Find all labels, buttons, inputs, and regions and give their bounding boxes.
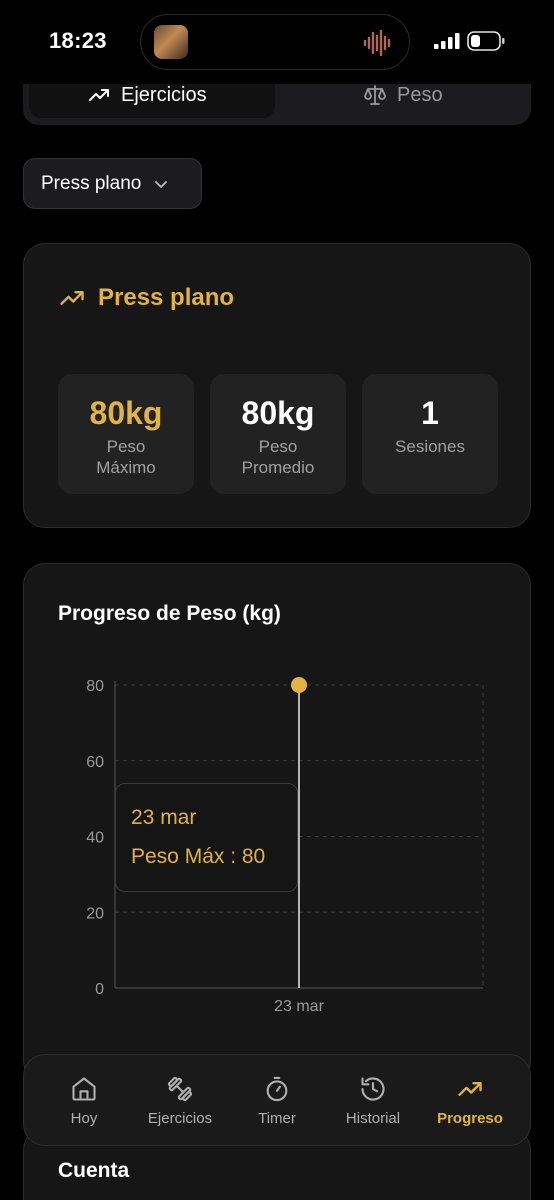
tab-timer-label: Timer — [258, 1110, 296, 1127]
data-point — [291, 677, 307, 693]
exercise-select[interactable]: Press plano — [23, 158, 202, 209]
tab-historial-label: Historial — [345, 1110, 401, 1127]
tooltip-value: Peso Máx : 80 — [131, 845, 266, 868]
dumbbell-icon — [167, 1076, 193, 1102]
battery-icon — [467, 31, 505, 51]
segment-ejercicios-label: Ejercicios — [121, 83, 207, 106]
home-icon — [72, 1077, 96, 1101]
y-tick-label: 60 — [86, 754, 104, 771]
scale-icon — [364, 85, 386, 105]
tab-historial[interactable]: Historial — [323, 1055, 423, 1147]
tab-ejercicios[interactable]: Ejercicios — [130, 1055, 230, 1147]
stat-avg-weight: 80kg Peso Promedio — [210, 374, 346, 494]
summary-title-text: Press plano — [98, 284, 235, 311]
cellular-signal-icon — [434, 33, 460, 49]
y-tick-label: 40 — [86, 830, 104, 847]
tab-ejercicios-label: Ejercicios — [147, 1110, 213, 1127]
trending-up-icon — [89, 89, 109, 101]
y-tick-label: 80 — [86, 678, 104, 695]
y-tick-label: 0 — [95, 981, 104, 998]
timer-icon — [266, 1076, 288, 1102]
tab-progreso-label: Progreso — [437, 1110, 503, 1127]
stat-avg-weight-label: Peso Promedio — [241, 437, 315, 477]
chart-tooltip: 23 mar Peso Máx : 80 — [115, 783, 298, 892]
trending-up-icon — [60, 291, 84, 305]
exercise-summary-card: Press plano 80kg Peso Máximo 80kg Peso P… — [23, 243, 531, 528]
dynamic-island[interactable] — [140, 14, 410, 70]
status-bar: 18:23 — [0, 0, 554, 84]
tab-hoy[interactable]: Hoy — [34, 1055, 134, 1147]
segment-peso[interactable]: Peso — [363, 80, 443, 110]
stat-sessions-value: 1 — [421, 395, 439, 431]
y-tick-label: 20 — [86, 905, 104, 922]
segment-peso-label: Peso — [397, 83, 443, 106]
stat-max-weight-value: 80kg — [89, 395, 163, 431]
audio-waveform-icon — [363, 30, 391, 56]
exercise-select-value: Press plano — [41, 172, 142, 194]
stat-sessions-label: Sesiones — [395, 437, 465, 456]
bottom-tab-bar: Hoy Ejercicios Timer Historial Progreso — [23, 1054, 531, 1146]
now-playing-artwork — [154, 25, 188, 59]
account-title: Cuenta — [58, 1159, 130, 1182]
stat-max-weight: 80kg Peso Máximo — [58, 374, 194, 494]
tab-hoy-label: Hoy — [70, 1110, 98, 1127]
status-time: 18:23 — [49, 28, 107, 53]
history-icon — [361, 1077, 385, 1101]
chevron-down-icon — [155, 180, 168, 188]
weight-progress-card: Progreso de Peso (kg) 0 20 40 60 80 23 mar 23… — [23, 563, 531, 1083]
stat-max-weight-label: Peso Máximo — [96, 437, 156, 477]
tab-progreso[interactable]: Progreso — [420, 1055, 520, 1147]
tooltip-date: 23 mar — [131, 806, 197, 829]
stat-avg-weight-value: 80kg — [241, 395, 315, 431]
stat-sessions: 1 Sesiones — [362, 374, 498, 494]
tab-timer[interactable]: Timer — [227, 1055, 327, 1147]
segment-ejercicios[interactable]: Ejercicios — [87, 80, 207, 110]
summary-title: Press plano — [58, 284, 234, 312]
trending-up-icon — [458, 1082, 482, 1096]
x-tick-label: 23 mar — [274, 998, 324, 1015]
